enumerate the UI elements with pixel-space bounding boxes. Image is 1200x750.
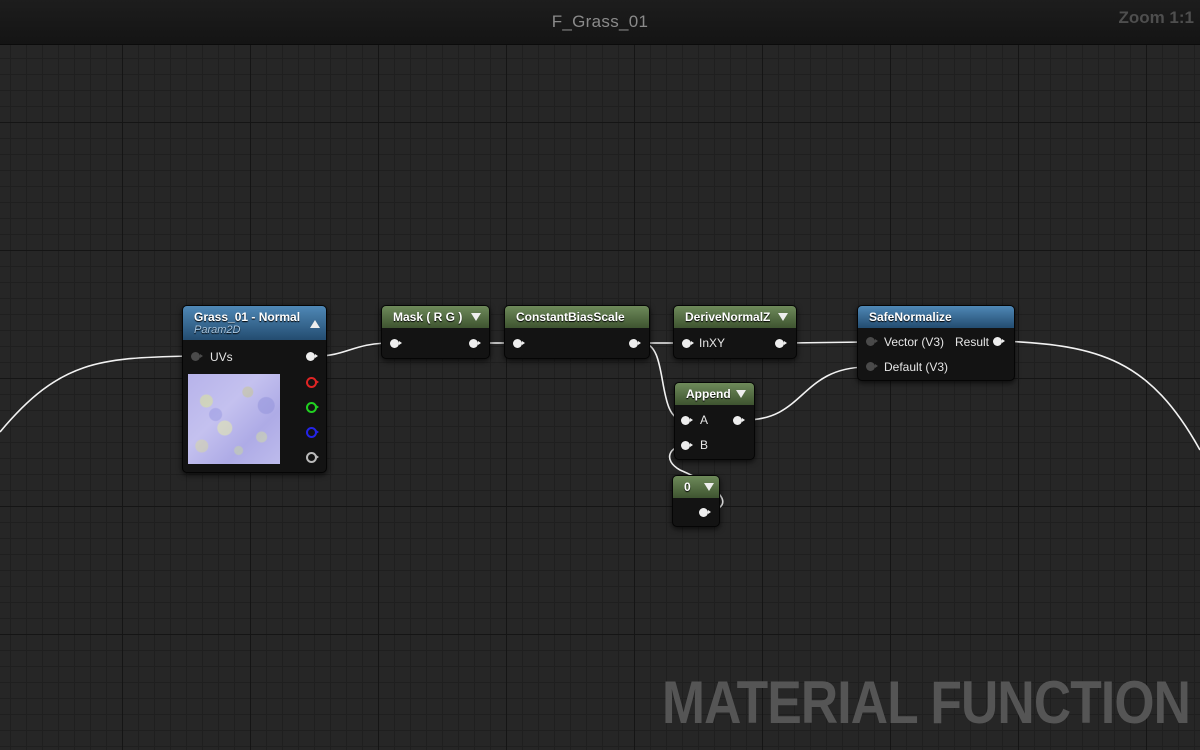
node-derive-normal-z[interactable]: DeriveNormalZ InXY	[673, 305, 797, 359]
graph-title-bar: F_Grass_01 Zoom 1:1	[0, 0, 1200, 45]
node-texture-parameter-subtitle: Param2D	[194, 324, 241, 336]
uvs-input-label: UVs	[210, 350, 233, 364]
blue-output-pin[interactable]	[306, 427, 319, 438]
graph-title: F_Grass_01	[551, 12, 649, 31]
vector-input-label: Vector (V3)	[884, 335, 945, 349]
rgb-output-pin[interactable]	[306, 352, 318, 361]
material-function-watermark: MATERIAL FUNCTION	[661, 669, 1191, 736]
mask-output-pin[interactable]	[469, 339, 481, 348]
bias-scale-output-pin[interactable]	[629, 339, 641, 348]
node-append-header[interactable]: Append	[675, 383, 754, 405]
chevron-down-icon[interactable]	[471, 313, 481, 321]
green-output-pin[interactable]	[306, 402, 319, 413]
result-output-pin[interactable]	[993, 337, 1005, 346]
mask-input-pin[interactable]	[390, 339, 402, 348]
uvs-input-pin[interactable]	[191, 352, 203, 361]
node-mask-title: Mask ( R G )	[393, 310, 463, 324]
material-graph-canvas[interactable]	[0, 0, 1200, 750]
node-constant-value: 0	[684, 480, 691, 494]
collapse-arrow-up-icon[interactable]	[310, 320, 320, 328]
node-mask-header[interactable]: Mask ( R G )	[382, 306, 489, 328]
node-constant-bias-scale-title: ConstantBiasScale	[516, 310, 625, 324]
chevron-down-icon[interactable]	[736, 390, 746, 398]
inxy-input-label: InXY	[699, 336, 726, 350]
node-safe-normalize-title: SafeNormalize	[869, 310, 952, 324]
node-safe-normalize[interactable]: SafeNormalize Vector (V3) Result Default…	[857, 305, 1015, 381]
node-texture-parameter-header[interactable]: Grass_01 - Normal Param2D	[183, 306, 326, 340]
default-input-pin[interactable]	[866, 362, 878, 371]
node-mask[interactable]: Mask ( R G )	[381, 305, 490, 359]
constant-output-pin[interactable]	[699, 508, 711, 517]
red-output-pin[interactable]	[306, 377, 319, 388]
node-constant-header[interactable]: 0	[673, 476, 719, 498]
normal-map-texture-icon	[188, 374, 280, 464]
node-append-title: Append	[686, 387, 731, 401]
node-texture-parameter-title: Grass_01 - Normal	[194, 310, 301, 324]
append-input-a-pin[interactable]	[681, 416, 693, 425]
node-texture-parameter[interactable]: Grass_01 - Normal Param2D UVs	[182, 305, 327, 473]
node-constant-bias-scale-header[interactable]: ConstantBiasScale	[505, 306, 649, 328]
chevron-down-icon[interactable]	[704, 483, 714, 491]
inxy-input-pin[interactable]	[682, 339, 694, 348]
append-input-b-pin[interactable]	[681, 441, 693, 450]
bias-scale-input-pin[interactable]	[513, 339, 525, 348]
default-input-label: Default (V3)	[884, 360, 949, 374]
chevron-down-icon[interactable]	[778, 313, 788, 321]
append-output-pin[interactable]	[733, 416, 745, 425]
node-append[interactable]: Append A B	[674, 382, 755, 460]
result-output-label: Result	[955, 335, 990, 349]
node-constant[interactable]: 0	[672, 475, 720, 527]
node-constant-bias-scale[interactable]: ConstantBiasScale	[504, 305, 650, 359]
append-input-a-label: A	[700, 413, 709, 427]
alpha-output-pin[interactable]	[306, 452, 319, 463]
vector-input-pin[interactable]	[866, 337, 878, 346]
append-input-b-label: B	[700, 438, 709, 452]
zoom-level-label: Zoom 1:1	[1118, 8, 1194, 27]
derive-normal-z-output-pin[interactable]	[775, 339, 787, 348]
node-safe-normalize-header[interactable]: SafeNormalize	[858, 306, 1014, 328]
node-derive-normal-z-header[interactable]: DeriveNormalZ	[674, 306, 796, 328]
node-derive-normal-z-title: DeriveNormalZ	[685, 310, 771, 324]
